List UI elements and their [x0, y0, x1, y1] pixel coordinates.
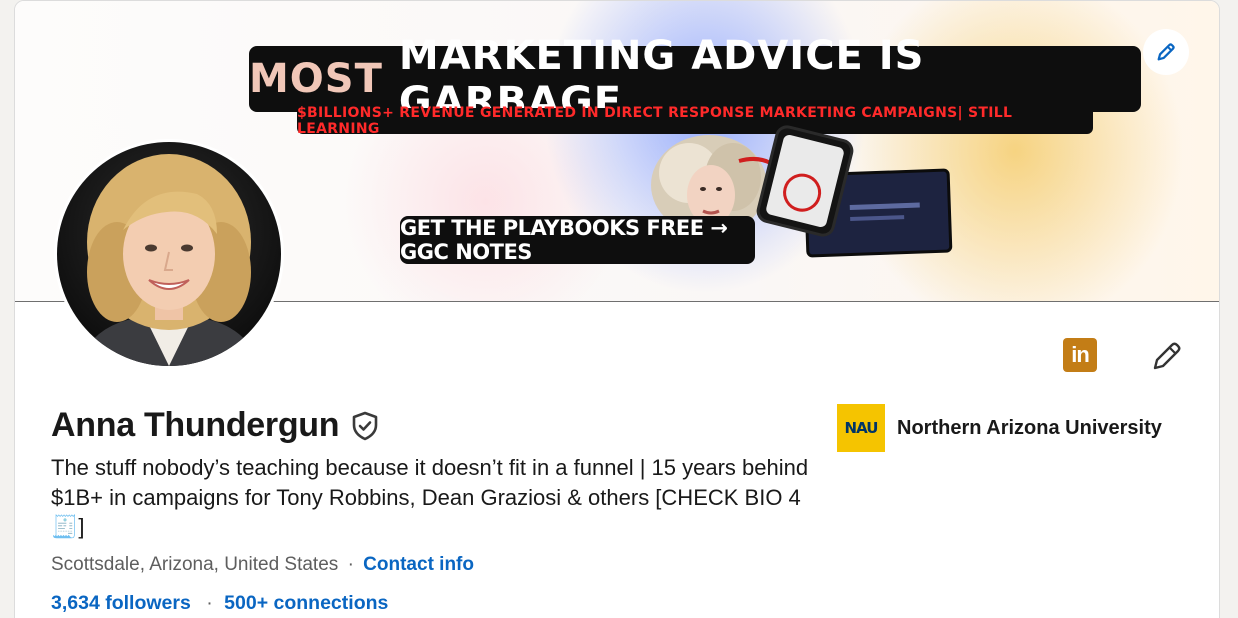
- nau-logo: NAU: [837, 404, 885, 452]
- profile-card: MOST MARKETING ADVICE IS GARBAGE $BILLIO…: [14, 0, 1220, 618]
- profile-avatar[interactable]: [54, 139, 284, 369]
- stats-row: 3,634 followers · 500+ connections: [51, 592, 388, 615]
- school-name: Northern Arizona University: [897, 416, 1162, 439]
- banner-headline-part1: MOST: [249, 56, 383, 102]
- location-row: Scottsdale, Arizona, United States · Con…: [51, 554, 474, 576]
- edit-intro-button[interactable]: [1150, 339, 1184, 373]
- profile-headline: The stuff nobody’s teaching because it d…: [51, 455, 809, 539]
- profile-location: Scottsdale, Arizona, United States: [51, 554, 339, 575]
- separator: ·: [347, 554, 354, 575]
- profile-name: Anna Thundergun: [51, 406, 340, 444]
- followers-link[interactable]: 3,634 followers: [51, 592, 191, 614]
- contact-info-link[interactable]: Contact info: [363, 554, 474, 575]
- name-row: Anna Thundergun: [51, 406, 381, 445]
- separator: ·: [206, 592, 213, 614]
- banner-subheadline: $BILLIONS+ REVENUE GENERATED IN DIRECT R…: [297, 105, 1093, 137]
- verified-shield-icon[interactable]: [349, 410, 381, 442]
- pencil-icon: [1153, 342, 1181, 370]
- banner-cta: GET THE PLAYBOOKS FREE → GGC NOTES: [400, 216, 755, 264]
- education-link[interactable]: NAU Northern Arizona University: [837, 404, 1162, 452]
- connections-link[interactable]: 500+ connections: [224, 592, 388, 614]
- banner-headline: MOST MARKETING ADVICE IS GARBAGE: [249, 33, 1141, 125]
- edit-cover-button[interactable]: [1143, 29, 1189, 75]
- pencil-icon: [1157, 43, 1175, 61]
- linkedin-icon[interactable]: in: [1063, 338, 1097, 372]
